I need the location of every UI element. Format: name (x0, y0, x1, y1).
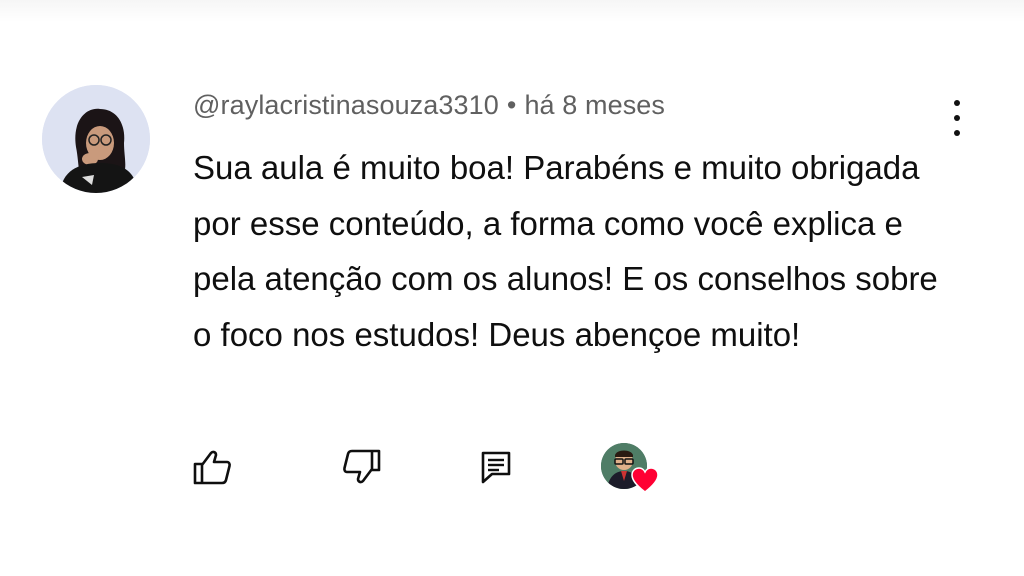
menu-dot (954, 100, 960, 106)
author-avatar[interactable] (42, 85, 150, 193)
reply-comment-icon (481, 451, 511, 484)
meta-separator: • (506, 90, 517, 120)
comment-thread: @raylacristinasouza3310 • há 8 meses Sua a… (0, 0, 1024, 576)
comment-meta: @raylacristinasouza3310 • há 8 meses (193, 90, 665, 121)
menu-dot (954, 130, 960, 136)
reply-button[interactable] (474, 445, 518, 489)
like-button[interactable] (190, 445, 234, 489)
author-handle[interactable]: @raylacristinasouza3310 (193, 90, 499, 120)
thumbs-up-icon (193, 450, 231, 485)
menu-dot (954, 115, 960, 121)
comment-text: Sua aula é muito boa! Parabéns e muito o… (193, 149, 938, 353)
more-vert-icon[interactable] (942, 100, 972, 136)
dislike-button[interactable] (340, 445, 384, 489)
thumbs-down-icon (343, 449, 381, 484)
creator-heart-badge (601, 443, 663, 495)
creator-heart-icon (631, 467, 659, 493)
comment-timestamp[interactable]: há 8 meses (524, 90, 665, 120)
